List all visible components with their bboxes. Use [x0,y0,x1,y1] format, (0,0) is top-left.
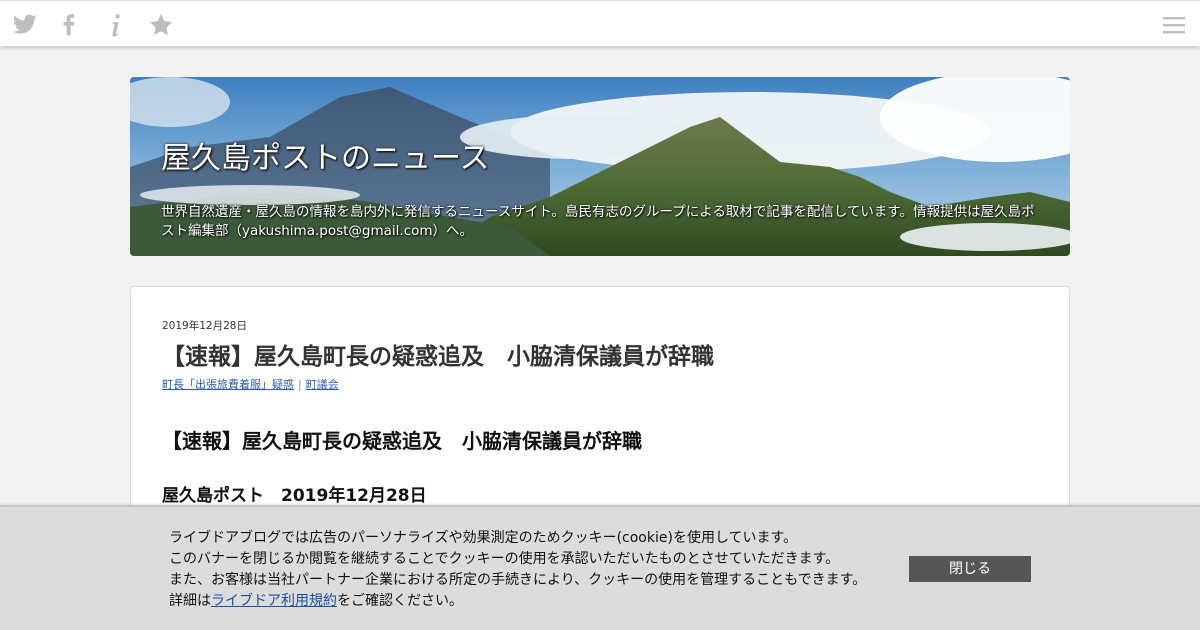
cookie-line: このバナーを閉じるか閲覧を継続することでクッキーの使用を承認いただいたものとさせ… [169,551,840,567]
star-icon[interactable] [148,12,174,38]
category-link[interactable]: 町長「出張旅費着服」疑惑 [162,378,294,391]
blog-description: 世界自然遺産・屋久島の情報を島内外に発信するニュースサイト。島民有志のグループに… [161,204,1035,239]
cookie-close-button[interactable]: 閉じる [909,556,1031,582]
cookie-banner: ライブドアブログでは広告のパーソナライズや効果測定のためクッキー(cookie)… [0,505,1200,630]
category-link[interactable]: 町議会 [306,378,339,391]
article-categories: 町長「出張旅費着服」疑惑 | 町議会 [162,376,339,392]
article-date: 2019年12月28日 [162,320,247,332]
article-subheading: 屋久島ポスト 2019年12月28日 [162,486,427,506]
article-title[interactable]: 【速報】屋久島町長の疑惑追及 小脇清保議員が辞職 [162,337,714,371]
menu-icon[interactable] [1162,12,1186,38]
terms-link[interactable]: ライブドア利用規約 [211,593,337,609]
cookie-line-prefix: 詳細は [169,593,211,609]
article-heading: 【速報】屋久島町長の疑惑追及 小脇清保議員が辞職 [162,429,642,453]
twitter-icon[interactable] [12,12,38,38]
facebook-icon[interactable] [57,12,83,38]
category-separator: | [298,378,302,391]
cookie-line: また、お客様は当社パートナー企業における所定の手続きにより、クッキーの使用を管理… [169,572,867,588]
cookie-line-suffix: をご確認ください。 [337,593,463,609]
cookie-notice-text: ライブドアブログでは広告のパーソナライズや効果測定のためクッキー(cookie)… [169,528,866,612]
blog-title[interactable]: 屋久島ポストのニュース [161,133,490,177]
top-bar [0,0,1200,46]
blog-header: 屋久島ポストのニュース 世界自然遺産・屋久島の情報を島内外に発信するニュースサイ… [130,77,1070,256]
info-icon[interactable] [103,12,129,38]
cookie-line: ライブドアブログでは広告のパーソナライズや効果測定のためクッキー(cookie)… [169,530,798,546]
cookie-line: 詳細はライブドア利用規約をご確認ください。 [169,591,866,612]
